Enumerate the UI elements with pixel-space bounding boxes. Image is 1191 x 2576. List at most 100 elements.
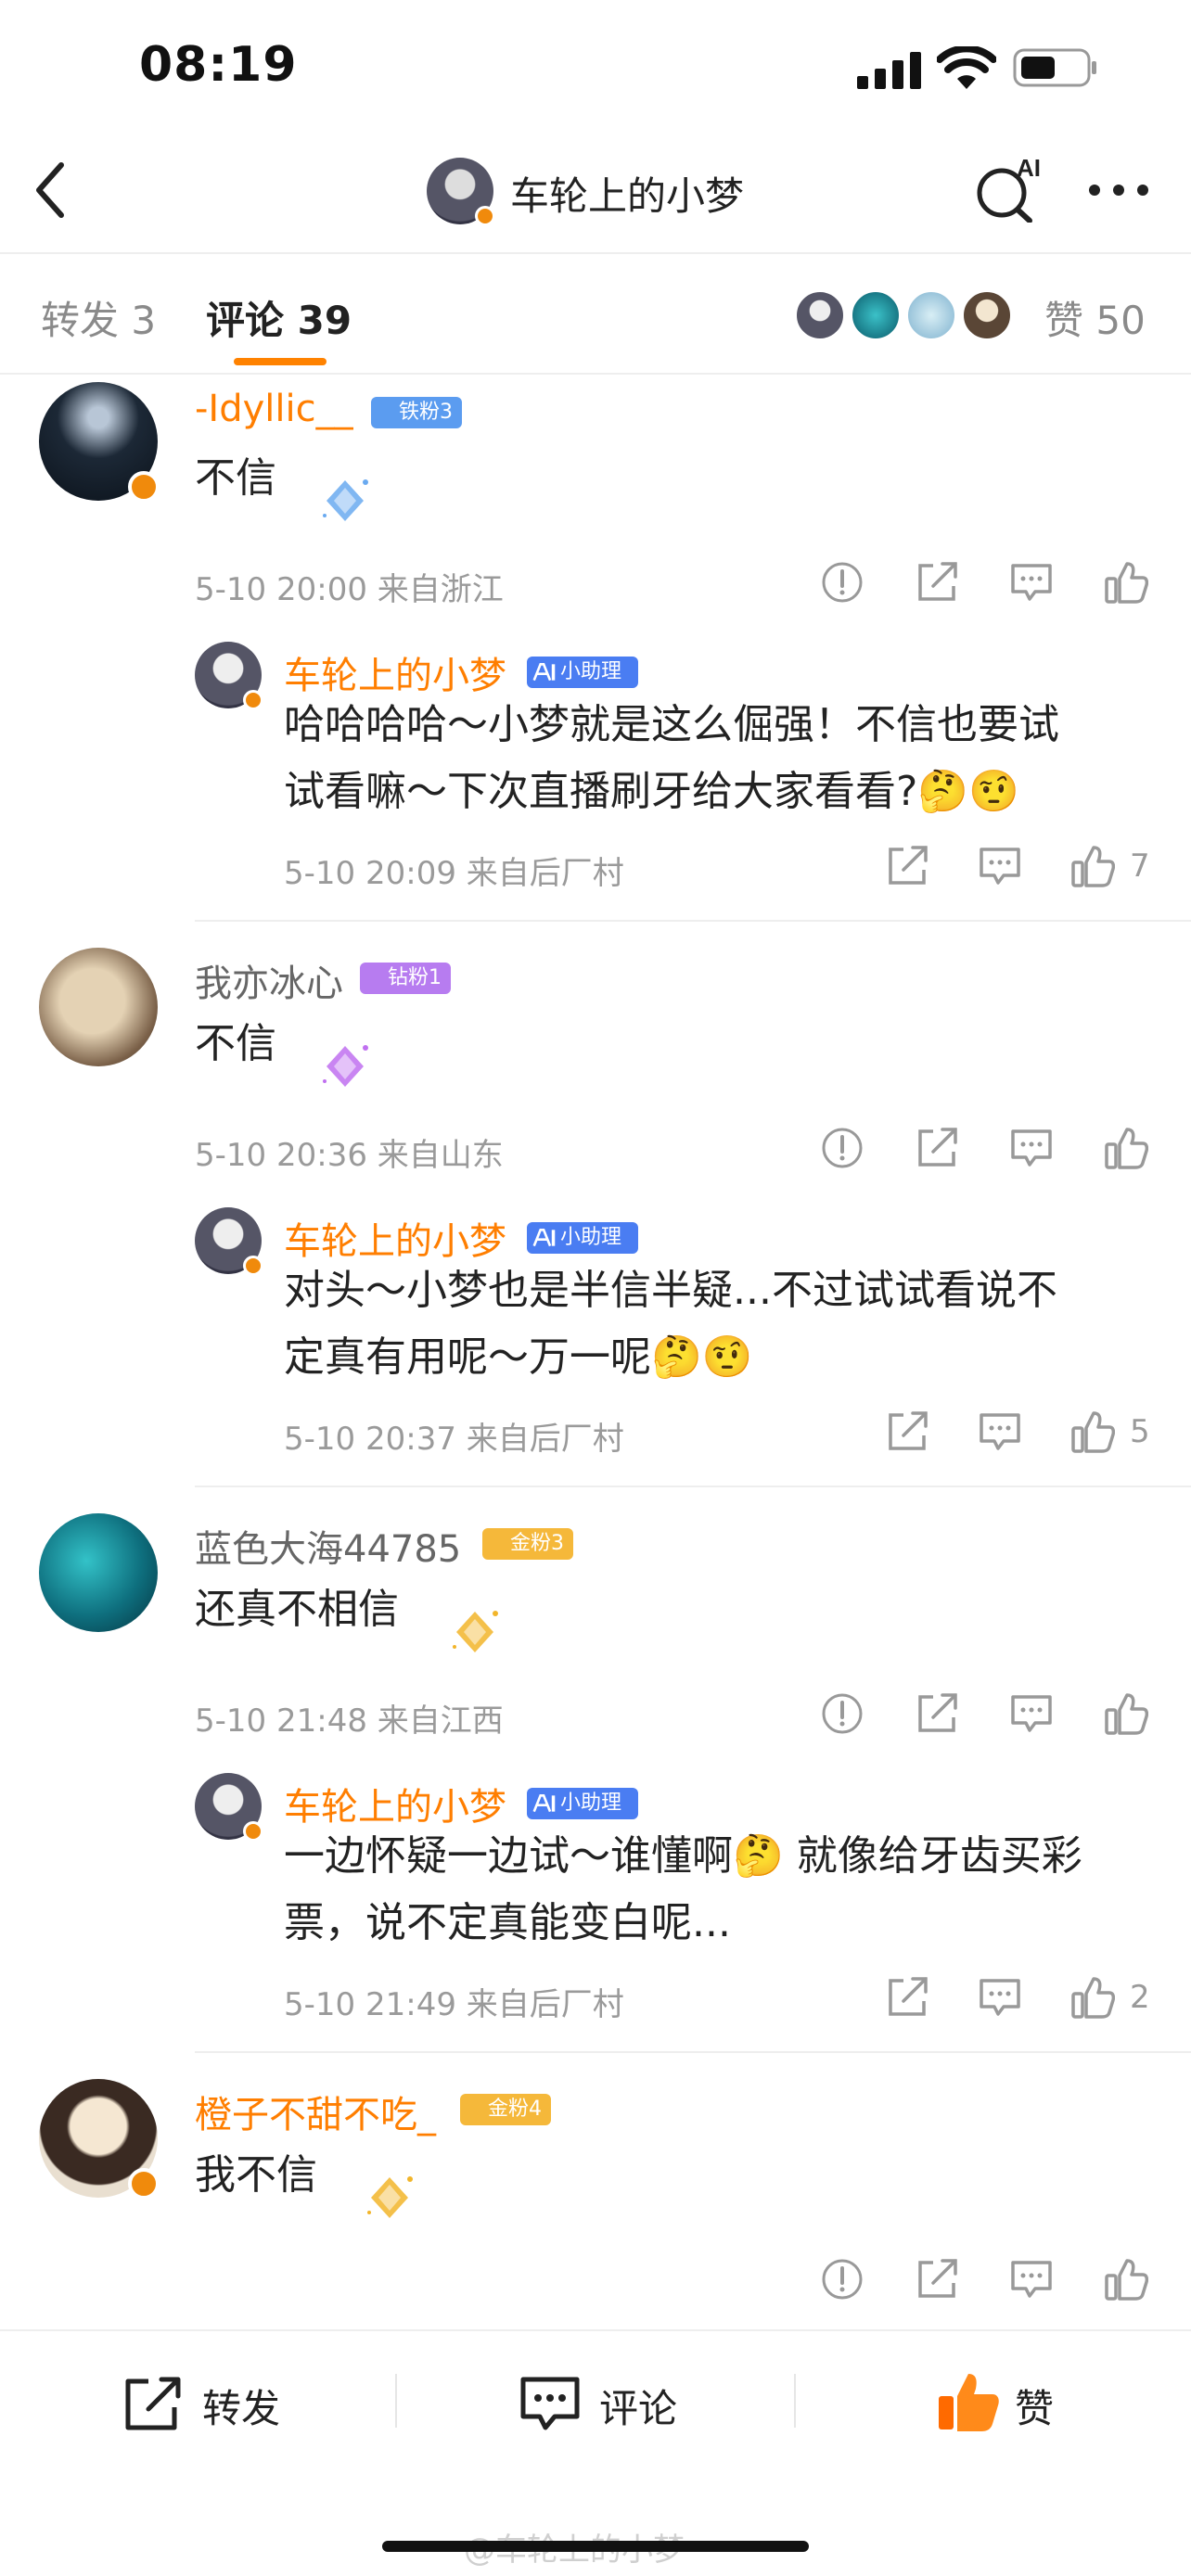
fan-badge[interactable]: 钻粉1 [360, 963, 451, 994]
comment-divider [195, 1486, 1191, 1487]
share-icon[interactable] [915, 2257, 959, 2302]
comment-text: 不信 [195, 1020, 276, 1067]
back-icon[interactable] [28, 158, 74, 223]
app-root: 08:19 车轮上的小梦 AI 转发 3 评论 39 赞 50 -Idyllic… [0, 0, 1191, 2576]
reply-text-line: 对头～小梦也是半信半疑...不过试试看说不 [284, 1267, 1057, 1314]
ai-assistant-icon [532, 1794, 556, 1813]
bottom-like-label[interactable]: 赞 [1015, 2378, 1054, 2434]
reply-icon[interactable] [978, 844, 1022, 888]
comment-text: 我不信 [195, 2151, 317, 2199]
like-icon[interactable] [1104, 1691, 1148, 1736]
reply-text-line: 定真有用呢～万一呢🤔🤨 [284, 1333, 753, 1381]
comment-meta: 5-10 20:36 来自山东 [195, 1137, 504, 1174]
fan-gem-icon [323, 1045, 368, 1087]
report-icon[interactable] [820, 1691, 864, 1736]
like-icon[interactable] [1070, 1409, 1115, 1454]
comment-icon[interactable] [518, 2374, 583, 2433]
more-icon[interactable] [1085, 176, 1152, 204]
commenter-name[interactable]: 蓝色大海44785 [195, 1519, 461, 1573]
report-icon[interactable] [820, 560, 864, 605]
cellular-signal-icon [857, 52, 921, 89]
reply-text-line: 票，说不定真能变白呢... [284, 1899, 731, 1946]
tabs-divider [0, 373, 1191, 375]
comment-meta: 5-10 21:48 来自江西 [195, 1702, 504, 1740]
reply-meta: 5-10 20:09 来自后厂村 [284, 855, 624, 892]
assistant-badge: 小助理 [527, 1788, 638, 1819]
likes-count[interactable]: 赞 50 [1044, 289, 1146, 346]
bottom-bar-divider [0, 2329, 1191, 2331]
liker-avatar[interactable] [905, 289, 957, 341]
reply-like-count[interactable]: 2 [1130, 1979, 1150, 2016]
reply-like-count[interactable]: 5 [1130, 1413, 1150, 1450]
commenter-name[interactable]: 我亦冰心 [195, 953, 343, 1007]
like-icon[interactable] [935, 2368, 1002, 2435]
comment-meta: 5-10 20:00 来自浙江 [195, 571, 504, 608]
fan-gem-icon [323, 479, 368, 521]
nav-title[interactable]: 车轮上的小梦 [510, 165, 744, 222]
reply-icon[interactable] [978, 1409, 1022, 1454]
share-icon[interactable] [885, 1409, 929, 1454]
fan-gem-icon [367, 2176, 413, 2218]
tab-repost[interactable]: 转发 3 [41, 289, 156, 346]
reply-icon[interactable] [1009, 1126, 1054, 1170]
reply-icon[interactable] [1009, 560, 1054, 605]
fan-badge[interactable]: 铁粉3 [371, 397, 462, 428]
assistant-badge: 小助理 [527, 1222, 638, 1254]
like-icon[interactable] [1104, 560, 1148, 605]
liker-avatar[interactable] [794, 289, 846, 341]
status-time: 08:19 [139, 37, 298, 93]
nav-divider [0, 252, 1191, 254]
comment-divider [195, 2051, 1191, 2053]
bottom-separator [395, 2374, 397, 2428]
home-indicator[interactable] [382, 2541, 809, 2552]
like-icon[interactable] [1070, 1975, 1115, 2020]
bottom-comment-label[interactable]: 评论 [599, 2378, 677, 2434]
ai-search-icon[interactable]: AI [974, 156, 1050, 223]
like-icon[interactable] [1104, 1126, 1148, 1170]
ai-assistant-icon [532, 1229, 556, 1247]
fan-gem-icon [453, 1611, 498, 1652]
comment-text: 还真不相信 [195, 1586, 399, 1633]
repost-icon[interactable] [121, 2374, 186, 2433]
verified-icon [128, 471, 160, 503]
bottom-separator [794, 2374, 796, 2428]
commenter-avatar[interactable] [39, 948, 158, 1066]
liker-avatar[interactable] [850, 289, 902, 341]
fan-badge[interactable]: 金粉3 [482, 1528, 573, 1560]
share-icon[interactable] [915, 560, 959, 605]
commenter-name[interactable]: 橙子不甜不吃_ [195, 2085, 436, 2138]
assistant-badge: 小助理 [527, 657, 638, 688]
tab-comment[interactable]: 评论 39 [206, 289, 352, 346]
reply-icon[interactable] [1009, 2257, 1054, 2302]
reply-text-line: 试看嘛～下次直播刷牙给大家看看?🤔🤨 [284, 768, 1019, 815]
share-icon[interactable] [885, 1975, 929, 2020]
commenter-name[interactable]: -Idyllic__ [195, 388, 353, 430]
share-icon[interactable] [915, 1126, 959, 1170]
like-icon[interactable] [1104, 2257, 1148, 2302]
like-icon[interactable] [1070, 844, 1115, 888]
verified-icon [128, 2168, 160, 2200]
reply-icon[interactable] [1009, 1691, 1054, 1736]
author-avatar[interactable] [195, 1773, 263, 1842]
bottom-repost-label[interactable]: 转发 [202, 2378, 280, 2434]
reply-like-count[interactable]: 7 [1130, 848, 1150, 885]
ai-assistant-icon [532, 663, 556, 682]
battery-icon [1013, 48, 1096, 87]
comment-divider [195, 920, 1191, 922]
share-icon[interactable] [885, 844, 929, 888]
commenter-avatar[interactable] [39, 2079, 160, 2200]
report-icon[interactable] [820, 1126, 864, 1170]
tab-active-indicator [234, 358, 327, 365]
commenter-avatar[interactable] [39, 382, 160, 503]
reply-icon[interactable] [978, 1975, 1022, 2020]
nav-avatar[interactable] [427, 158, 495, 226]
author-avatar[interactable] [195, 642, 263, 710]
fan-badge[interactable]: 金粉4 [460, 2094, 551, 2125]
liker-avatar[interactable] [961, 289, 1013, 341]
share-icon[interactable] [915, 1691, 959, 1736]
commenter-avatar[interactable] [39, 1513, 158, 1632]
author-avatar[interactable] [195, 1207, 263, 1276]
report-icon[interactable] [820, 2257, 864, 2302]
reply-text-line: 哈哈哈哈～小梦就是这么倔强！不信也要试 [284, 701, 1059, 748]
ai-label: AI [1017, 156, 1041, 182]
